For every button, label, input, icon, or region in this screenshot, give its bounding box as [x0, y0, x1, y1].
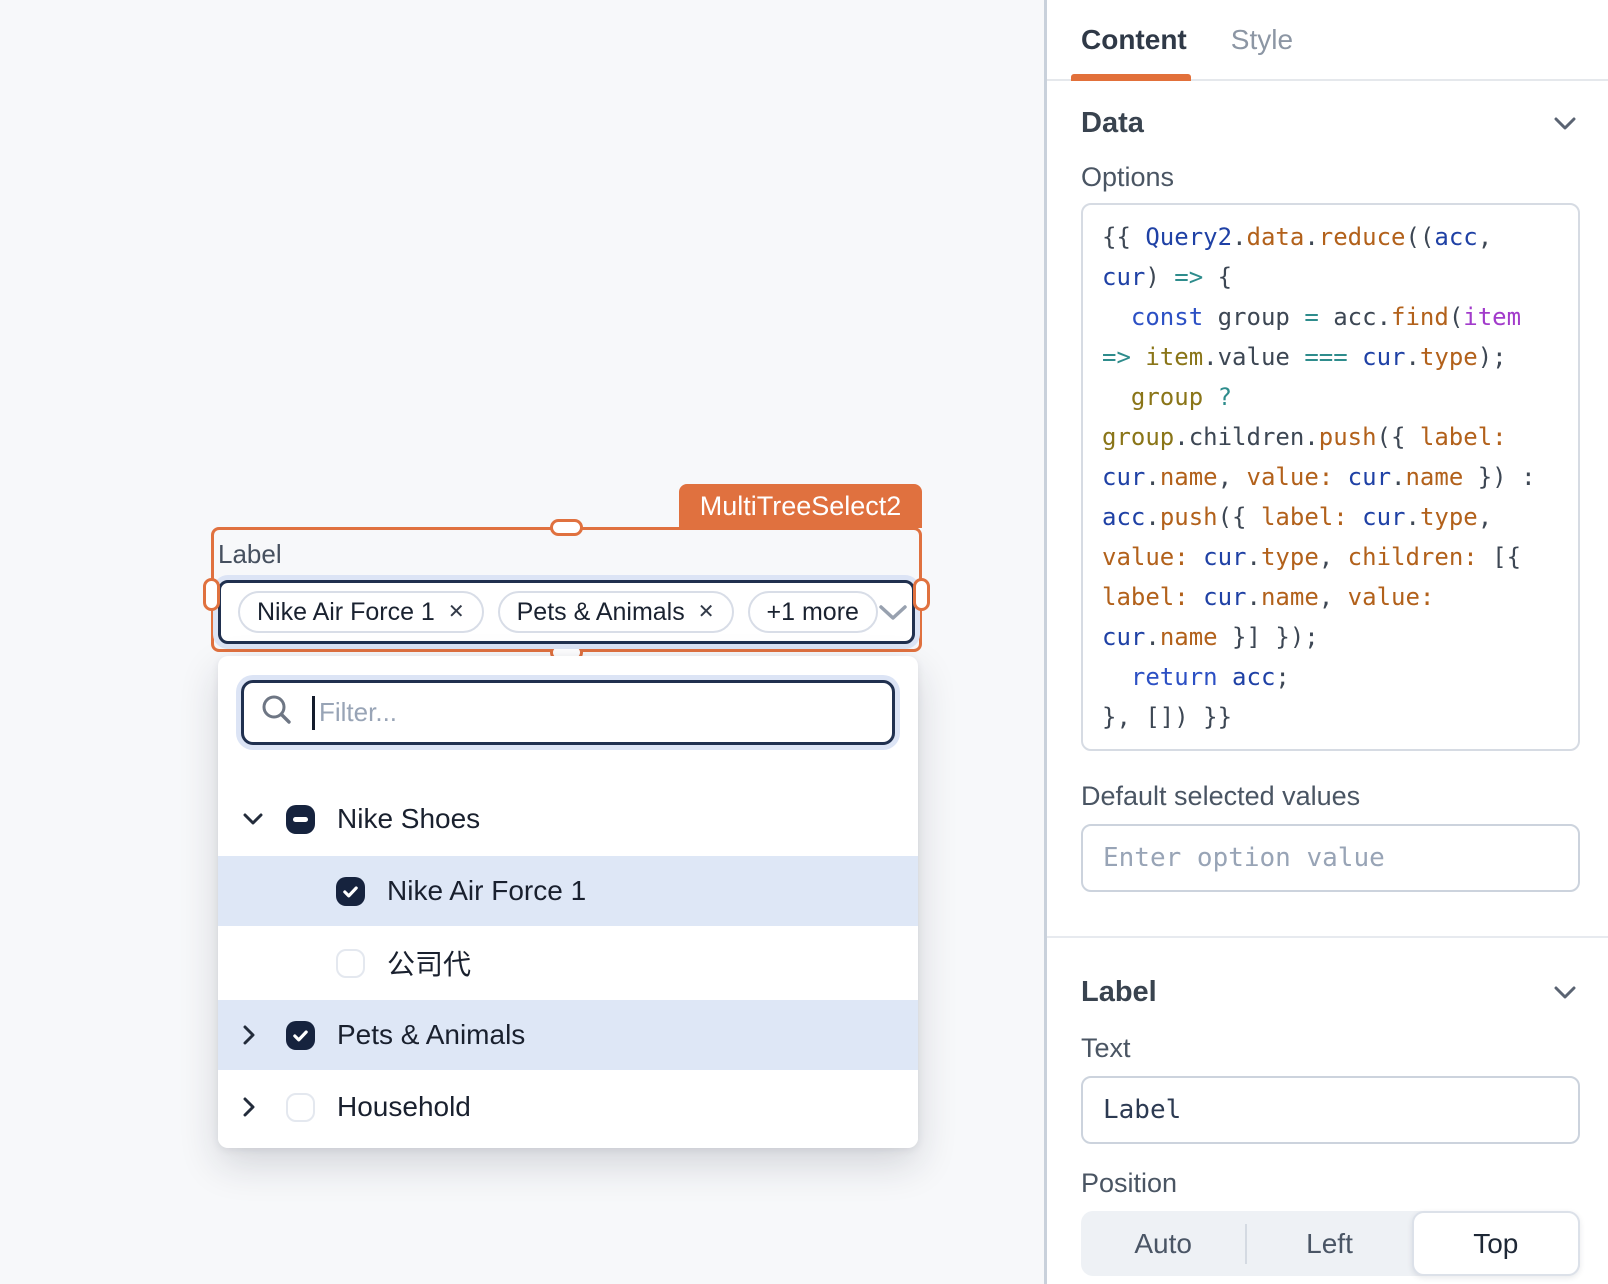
resize-handle-top[interactable]	[550, 519, 583, 536]
tree-item-label: 公司代	[387, 943, 471, 983]
options-label: Options	[1081, 162, 1577, 193]
remove-tag-icon[interactable]: ✕	[698, 602, 715, 622]
filter-placeholder: Filter...	[319, 697, 397, 728]
position-option-left[interactable]: Left	[1247, 1211, 1411, 1276]
code-line: => item.value === cur.type);	[1102, 337, 1578, 377]
tag-label: Nike Air Force 1	[257, 598, 435, 627]
collapse-data-chevron-icon[interactable]	[1553, 117, 1577, 131]
code-line: cur) => {	[1102, 257, 1578, 297]
active-tab-underline	[1071, 74, 1191, 81]
code-line: value: cur.type, children: [{	[1102, 537, 1578, 577]
selected-tag[interactable]: +1 more	[748, 591, 878, 633]
text-cursor	[312, 696, 315, 730]
section-title-label: Label	[1081, 976, 1157, 1009]
position-option-auto[interactable]: Auto	[1081, 1211, 1245, 1276]
tab-content[interactable]: Content	[1081, 24, 1187, 56]
code-line: group ?	[1102, 377, 1578, 417]
code-line: return acc;	[1102, 657, 1578, 697]
selected-tag[interactable]: Nike Air Force 1 ✕	[238, 591, 484, 633]
expand-chevron-right-icon[interactable]	[242, 1096, 278, 1118]
collapse-label-chevron-icon[interactable]	[1553, 986, 1577, 1000]
multiselect-label: Label	[218, 539, 282, 570]
checkbox-unchecked-icon[interactable]	[336, 949, 365, 978]
chevron-down-icon[interactable]	[878, 604, 908, 621]
selected-tag[interactable]: Pets & Animals ✕	[498, 591, 734, 633]
default-values-label: Default selected values	[1081, 781, 1577, 812]
code-line: {{ Query2.data.reduce((acc,	[1102, 217, 1578, 257]
code-line: acc.push({ label: cur.type,	[1102, 497, 1578, 537]
inspector-panel: Content Style Data Options {{ Query2.dat…	[1044, 0, 1608, 1284]
tree-item[interactable]: Nike Shoes	[218, 784, 918, 854]
component-name-badge[interactable]: MultiTreeSelect2	[679, 484, 922, 528]
option-tree: Nike Shoes Nike Air Force 1 公司代 Pets & Anim…	[218, 784, 918, 1144]
position-label: Position	[1081, 1168, 1577, 1199]
tree-item[interactable]: Nike Air Force 1	[218, 856, 918, 926]
tree-item[interactable]: Pets & Animals	[218, 1000, 918, 1070]
tree-item-label: Nike Shoes	[337, 803, 480, 835]
checkbox-unchecked-icon[interactable]	[286, 1093, 315, 1122]
text-label: Text	[1081, 1033, 1577, 1064]
code-line: label: cur.name, value:	[1102, 577, 1578, 617]
label-text-input[interactable]	[1081, 1076, 1580, 1144]
multiselect-dropdown: Filter... Nike Shoes Nike Air Force 1 公司代 P…	[218, 656, 918, 1148]
app-canvas[interactable]: MultiTreeSelect2 Label Nike Air Force 1 ✕…	[0, 0, 1044, 1284]
code-line: cur.name, value: cur.name }) :	[1102, 457, 1578, 497]
selected-tags: Nike Air Force 1 ✕ Pets & Animals ✕ +1 more	[238, 591, 878, 633]
options-code-editor[interactable]: {{ Query2.data.reduce((acc,cur) => { con…	[1081, 203, 1580, 751]
inspector-tabs: Content Style	[1047, 0, 1608, 81]
section-title-data: Data	[1081, 107, 1144, 140]
expand-chevron-down-icon[interactable]	[242, 812, 278, 826]
tree-item[interactable]: Household	[218, 1072, 918, 1142]
checkbox-checked-icon[interactable]	[336, 877, 365, 906]
tree-item[interactable]: 公司代	[218, 928, 918, 998]
checkbox-checked-icon[interactable]	[286, 1021, 315, 1050]
expand-chevron-right-icon[interactable]	[242, 1024, 278, 1046]
tree-item-label: Pets & Animals	[337, 1019, 525, 1051]
position-segmented-control: AutoLeftTop	[1081, 1211, 1580, 1276]
remove-tag-icon[interactable]: ✕	[448, 602, 465, 622]
filter-input[interactable]: Filter...	[241, 680, 895, 745]
tag-label: +1 more	[767, 598, 859, 627]
code-line: const group = acc.find(item	[1102, 297, 1578, 337]
search-icon	[260, 693, 294, 732]
checkbox-indeterminate-icon[interactable]	[286, 805, 315, 834]
default-values-input[interactable]	[1081, 824, 1580, 892]
tree-item-label: Nike Air Force 1	[387, 875, 586, 907]
tab-style[interactable]: Style	[1231, 24, 1293, 56]
code-line: cur.name }] });	[1102, 617, 1578, 657]
position-option-top[interactable]: Top	[1412, 1211, 1580, 1276]
tree-item-label: Household	[337, 1091, 471, 1123]
tag-label: Pets & Animals	[517, 598, 685, 627]
resize-handle-right[interactable]	[913, 578, 930, 611]
code-line: group.children.push({ label:	[1102, 417, 1578, 457]
resize-handle-left[interactable]	[203, 578, 220, 611]
code-line: }, []) }}	[1102, 697, 1578, 737]
multiselect-field[interactable]: Nike Air Force 1 ✕ Pets & Animals ✕ +1 more	[218, 580, 915, 644]
